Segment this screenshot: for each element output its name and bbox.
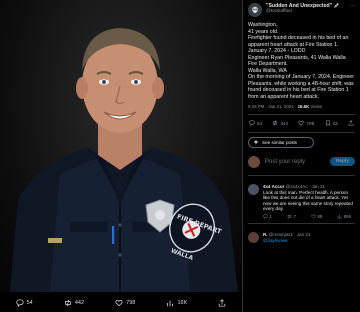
author-handle[interactable]: @toobaffled xyxy=(266,9,350,15)
media-retweet-count: 442 xyxy=(74,300,85,306)
commenter-handle[interactable]: @2x4x4Ac · Jan 21 xyxy=(286,184,325,189)
bookmark-icon xyxy=(325,120,330,127)
tweet-meta: 9:25 PM · Jan 21, 2024 · 16.6K Views xyxy=(243,101,360,110)
views-icon xyxy=(338,214,342,219)
divider xyxy=(248,222,355,224)
mention-link[interactable]: @Jaylnviwe xyxy=(263,238,355,244)
media-share-button[interactable] xyxy=(218,299,226,307)
retweet-icon xyxy=(65,299,71,307)
reply-icon xyxy=(16,299,24,307)
comment-views-count: 895 xyxy=(343,213,351,219)
retweet-count: 442 xyxy=(280,120,289,126)
share-button[interactable] xyxy=(348,120,354,126)
reply-input[interactable]: Post your reply xyxy=(265,159,330,165)
commenter-avatar[interactable] xyxy=(248,231,259,243)
tweet-panel: "Sudden And Unexpected" 💉 @toobaffled ··… xyxy=(242,0,360,312)
media-reply-button[interactable]: 54 xyxy=(16,299,33,307)
media-views-button[interactable]: 16K xyxy=(166,299,187,307)
skull-icon xyxy=(252,6,258,14)
reply-button[interactable]: 54 xyxy=(249,120,263,127)
user-avatar[interactable] xyxy=(248,155,260,168)
comment-views-button[interactable]: 895 xyxy=(337,214,351,219)
see-similar-label: See similar posts xyxy=(262,139,297,145)
media-reply-count: 54 xyxy=(26,300,33,306)
comment-retweet-button[interactable]: 7 xyxy=(287,214,296,219)
media-viewer: FIRE DEPART WALLA 54 442 798 16K xyxy=(0,0,242,312)
media-retweet-button[interactable]: 442 xyxy=(64,299,84,307)
see-similar-posts-button[interactable]: See similar posts xyxy=(248,136,314,148)
share-icon xyxy=(219,299,226,307)
comment-reply-button[interactable]: 1 xyxy=(263,214,272,219)
bookmark-count: 33 xyxy=(332,120,338,126)
retweet-icon xyxy=(287,214,292,219)
author-avatar[interactable] xyxy=(248,3,262,17)
more-options-icon[interactable]: ··· xyxy=(350,3,356,9)
bookmark-button[interactable]: 33 xyxy=(325,120,338,127)
tweet-views-label: Views xyxy=(310,103,323,109)
reply-icon xyxy=(263,214,268,219)
comment-retweet-count: 7 xyxy=(293,213,296,219)
tweet-body-text: Washington, 41 years old. Firefighter fo… xyxy=(248,22,355,101)
tweet-timestamp[interactable]: 9:25 PM · Jan 21, 2024 · xyxy=(248,104,296,109)
commenter-name[interactable]: R. xyxy=(263,232,268,237)
comment-item[interactable]: 4x4 Accor @2x4x4Ac · Jan 21 Look at this… xyxy=(243,180,360,219)
comment-like-count: 89 xyxy=(317,213,323,219)
commenter-handle[interactable]: @moonj4x1 · Jan 21 xyxy=(269,232,311,237)
sparkle-icon xyxy=(253,139,259,145)
media-like-button[interactable]: 798 xyxy=(115,299,135,307)
tweet-text: Washington, 41 years old. Firefighter fo… xyxy=(243,20,360,101)
commenter-avatar[interactable] xyxy=(248,183,259,195)
reply-icon xyxy=(249,120,255,127)
reply-composer: Post your reply Reply xyxy=(243,153,360,171)
like-icon xyxy=(115,300,123,307)
commenter-name[interactable]: 4x4 Accor xyxy=(263,184,284,189)
divider xyxy=(248,113,355,115)
media-like-count: 798 xyxy=(126,300,136,306)
share-icon xyxy=(348,120,354,126)
comment-reply-count: 1 xyxy=(269,213,272,219)
reply-count: 54 xyxy=(257,120,263,126)
comment-text: Look at this man. Perfect health. A pers… xyxy=(263,189,355,212)
divider xyxy=(248,174,355,176)
retweet-button[interactable]: 442 xyxy=(272,120,288,126)
tweet-view-count: 16.6K xyxy=(297,103,310,109)
retweet-icon xyxy=(273,120,278,126)
like-count: 798 xyxy=(306,120,315,126)
tweet-author-row: "Sudden And Unexpected" 💉 @toobaffled ··… xyxy=(243,0,360,20)
like-icon xyxy=(298,120,305,126)
tweet-action-bar: 54 442 798 33 xyxy=(243,119,360,128)
like-icon xyxy=(311,214,316,219)
reply-submit-button[interactable]: Reply xyxy=(329,157,355,167)
comment-item[interactable]: R. @moonj4x1 · Jan 21 @Jaylnviwe xyxy=(243,228,360,244)
like-button[interactable]: 798 xyxy=(298,120,314,126)
divider xyxy=(248,131,355,133)
media-action-bar: 54 442 798 16K xyxy=(0,294,242,312)
comment-action-bar: 1 7 89 895 xyxy=(263,214,355,219)
firefighter-photo[interactable]: FIRE DEPART WALLA xyxy=(0,0,242,292)
comment-like-button[interactable]: 89 xyxy=(311,214,322,219)
views-icon xyxy=(167,300,174,307)
media-views-count: 16K xyxy=(177,300,188,306)
